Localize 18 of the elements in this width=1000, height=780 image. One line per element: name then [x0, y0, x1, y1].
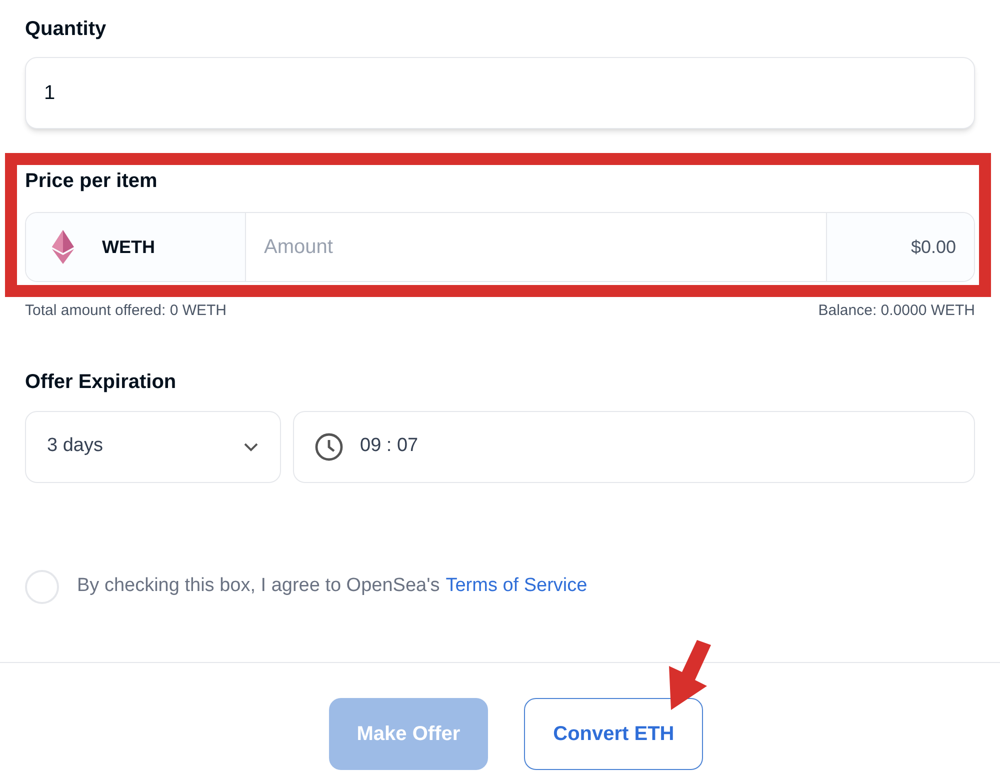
field-label: Price per item: [25, 169, 158, 194]
diamond-icon: [52, 230, 74, 264]
duration-dropdown[interactable]: 3 days: [25, 410, 281, 482]
currency-label: WETH: [102, 236, 155, 258]
quantity-field[interactable]: 1: [25, 57, 975, 129]
total-text: Total amount offered: 0 WETH: [25, 301, 226, 321]
usd-value: $0.00: [826, 213, 974, 281]
amount-field[interactable]: Amount: [246, 213, 826, 281]
chevron-down-icon: [243, 442, 259, 452]
time-field[interactable]: 09 : 07: [293, 410, 975, 482]
checkbox[interactable]: [25, 570, 59, 604]
clock-icon: [314, 432, 344, 462]
terms-link[interactable]: Terms of Service: [446, 572, 588, 601]
agreement-text: By checking this box, I agree to OpenSea's: [77, 574, 440, 598]
balance-text: Balance: 0.0000 WETH: [818, 301, 975, 321]
price-field[interactable]: WETH Amount $0.00: [25, 212, 975, 282]
field-label: Quantity: [25, 17, 108, 42]
field-label: Offer Expiration: [25, 370, 178, 394]
